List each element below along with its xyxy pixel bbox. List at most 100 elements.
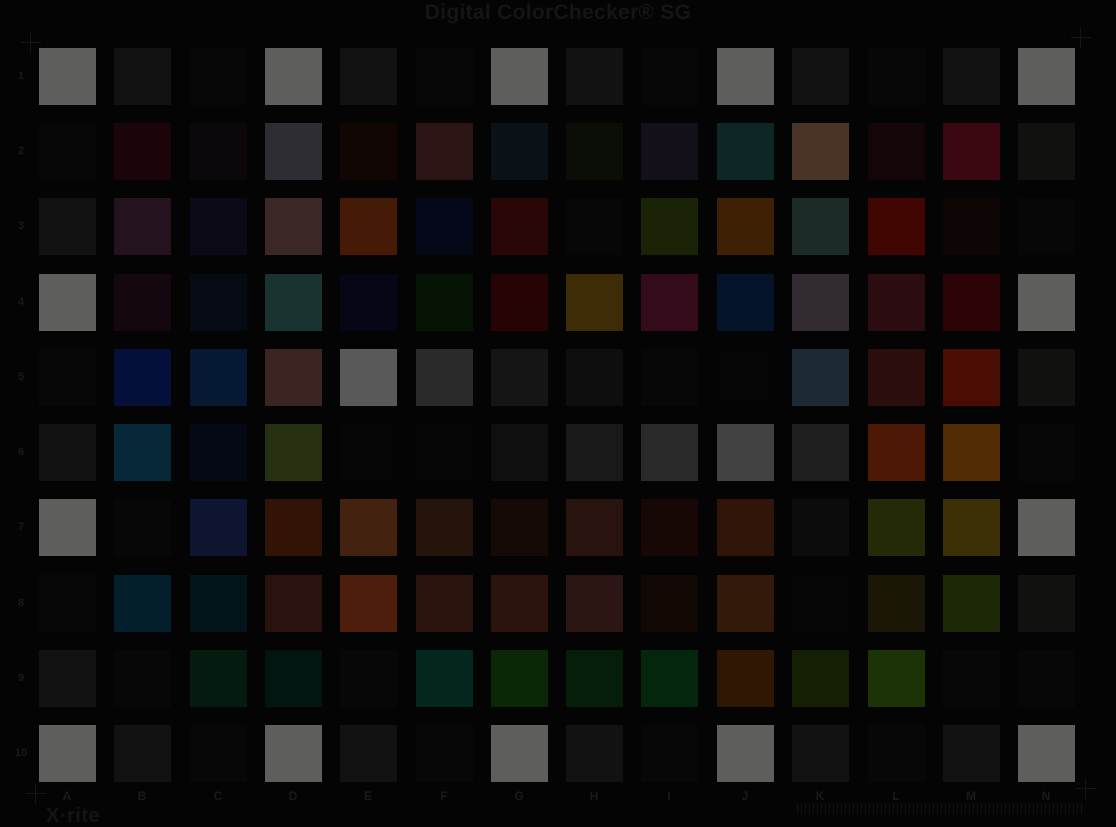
color-patch-D4 xyxy=(265,274,322,331)
column-label: E xyxy=(363,789,372,803)
color-patch-A1 xyxy=(39,48,96,105)
row-label: 5 xyxy=(17,371,25,383)
color-patch-I8 xyxy=(641,575,698,632)
color-patch-H10 xyxy=(566,725,623,782)
color-patch-N9 xyxy=(1018,650,1075,707)
color-patch-A7 xyxy=(39,499,96,556)
color-patch-N6 xyxy=(1018,424,1075,481)
column-label: M xyxy=(966,789,976,803)
color-patch-L2 xyxy=(868,123,925,180)
color-patch-I9 xyxy=(641,650,698,707)
color-patch-D3 xyxy=(265,198,322,255)
color-patch-D10 xyxy=(265,725,322,782)
color-patch-J10 xyxy=(717,725,774,782)
colorchecker-grid: 1 2 3 4 5 6 7 8 9 10 A B C D E F G H I J K L M N xyxy=(0,0,1116,816)
color-patch-B1 xyxy=(114,48,171,105)
color-patch-J2 xyxy=(717,123,774,180)
color-patch-L8 xyxy=(868,575,925,632)
color-patch-K7 xyxy=(792,499,849,556)
color-patch-K6 xyxy=(792,424,849,481)
color-patch-H9 xyxy=(566,650,623,707)
color-patch-L5 xyxy=(868,349,925,406)
color-patch-E3 xyxy=(340,198,397,255)
color-patch-M9 xyxy=(943,650,1000,707)
column-label: C xyxy=(213,789,223,803)
column-label: J xyxy=(741,789,749,803)
brand-logo: X·rite xyxy=(46,805,101,827)
color-patch-I6 xyxy=(641,424,698,481)
color-patch-C3 xyxy=(190,198,247,255)
color-patch-I10 xyxy=(641,725,698,782)
color-patch-E2 xyxy=(340,123,397,180)
color-patch-G9 xyxy=(491,650,548,707)
color-patch-D7 xyxy=(265,499,322,556)
color-patch-H8 xyxy=(566,575,623,632)
color-patch-B9 xyxy=(114,650,171,707)
color-patch-G2 xyxy=(491,123,548,180)
color-patch-I7 xyxy=(641,499,698,556)
color-patch-J6 xyxy=(717,424,774,481)
color-patch-A5 xyxy=(39,349,96,406)
color-patch-C10 xyxy=(190,725,247,782)
color-patch-L3 xyxy=(868,198,925,255)
color-patch-E9 xyxy=(340,650,397,707)
column-label: L xyxy=(892,789,900,803)
color-patch-B5 xyxy=(114,349,171,406)
color-patch-C9 xyxy=(190,650,247,707)
column-label: F xyxy=(440,789,448,803)
color-patch-K5 xyxy=(792,349,849,406)
color-patch-G5 xyxy=(491,349,548,406)
color-patch-F2 xyxy=(416,123,473,180)
color-patch-G4 xyxy=(491,274,548,331)
color-patch-E4 xyxy=(340,274,397,331)
color-patch-H6 xyxy=(566,424,623,481)
color-patch-F10 xyxy=(416,725,473,782)
color-patch-N10 xyxy=(1018,725,1075,782)
color-patch-B6 xyxy=(114,424,171,481)
color-patch-I3 xyxy=(641,198,698,255)
color-patch-E5 xyxy=(340,349,397,406)
row-label: 7 xyxy=(17,521,25,533)
color-patch-D1 xyxy=(265,48,322,105)
color-patch-N8 xyxy=(1018,575,1075,632)
row-label: 3 xyxy=(17,220,25,232)
color-patch-N5 xyxy=(1018,349,1075,406)
column-label: A xyxy=(62,789,72,803)
color-patch-L1 xyxy=(868,48,925,105)
color-patch-K2 xyxy=(792,123,849,180)
color-patch-A10 xyxy=(39,725,96,782)
color-patch-H3 xyxy=(566,198,623,255)
color-patch-L10 xyxy=(868,725,925,782)
color-patch-N4 xyxy=(1018,274,1075,331)
row-label: 8 xyxy=(17,597,25,609)
color-patch-F3 xyxy=(416,198,473,255)
color-patch-C1 xyxy=(190,48,247,105)
color-patch-M6 xyxy=(943,424,1000,481)
color-patch-B2 xyxy=(114,123,171,180)
registration-mark-icon xyxy=(1076,779,1096,799)
color-patch-I1 xyxy=(641,48,698,105)
color-patch-K3 xyxy=(792,198,849,255)
color-patch-A6 xyxy=(39,424,96,481)
column-label: I xyxy=(667,789,671,803)
color-patch-C2 xyxy=(190,123,247,180)
color-patch-M10 xyxy=(943,725,1000,782)
color-patch-E10 xyxy=(340,725,397,782)
color-patch-N1 xyxy=(1018,48,1075,105)
color-patch-J5 xyxy=(717,349,774,406)
color-patch-G8 xyxy=(491,575,548,632)
color-patch-K4 xyxy=(792,274,849,331)
measurement-scale xyxy=(797,803,1082,814)
color-patch-H5 xyxy=(566,349,623,406)
color-patch-M2 xyxy=(943,123,1000,180)
color-patch-J7 xyxy=(717,499,774,556)
row-label: 4 xyxy=(17,296,25,308)
color-patch-D2 xyxy=(265,123,322,180)
color-patch-G1 xyxy=(491,48,548,105)
column-label: H xyxy=(589,789,599,803)
color-patch-E6 xyxy=(340,424,397,481)
color-patch-K9 xyxy=(792,650,849,707)
color-patch-N7 xyxy=(1018,499,1075,556)
color-patch-I4 xyxy=(641,274,698,331)
color-patch-B4 xyxy=(114,274,171,331)
